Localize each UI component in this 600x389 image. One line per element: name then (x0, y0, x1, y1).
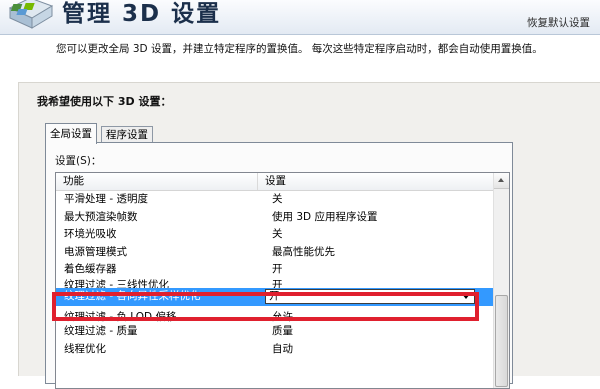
restore-defaults-link[interactable]: 恢复默认设置 (527, 15, 590, 30)
feature-name: 平滑处理 - 透明度 (64, 193, 148, 205)
list-row[interactable]: 最大预渲染帧数 使用 3D 应用程序设置 (56, 209, 493, 227)
list-rows: 平滑处理 - 透明度 关 最大预渲染帧数 使用 3D 应用程序设置 环境光吸收 … (56, 191, 493, 358)
column-header-setting[interactable]: 设置 (258, 173, 493, 190)
setting-value: 自动 (272, 342, 293, 355)
setting-value: 关 (272, 228, 283, 241)
feature-name: 电源管理模式 (64, 245, 127, 258)
settings-list[interactable]: 功能 设置 平滑处理 - 透明度 关 最大预渲染帧数 使用 3D 应用程序设置 … (55, 172, 510, 389)
feature-name: 纹理过滤 - 各向异性采样优化 (64, 289, 201, 302)
feature-name: 着色缓存器 (64, 263, 117, 276)
feature-name: 纹理过滤 - 三线性优化 (64, 278, 169, 288)
page-description: 您可以更改全局 3D 设置，并建立特定程序的置换值。 每次这些特定程序启动时，都… (56, 43, 543, 55)
list-row[interactable]: 平滑处理 - 透明度 关 (56, 191, 493, 209)
settings-panel: 我希望使用以下 3D 设置： 全局设置 程序设置 设置(S)： 功能 设置 平滑… (18, 82, 600, 389)
tab-content: 设置(S)： 功能 设置 平滑处理 - 透明度 关 最大预渲染帧数 使用 3D … (45, 142, 513, 389)
page-title: 管理 3D 设置 (62, 1, 222, 27)
settings-label: 设置(S)： (55, 155, 102, 167)
column-header-feature[interactable]: 功能 (56, 173, 258, 190)
scroll-up-arrow-icon[interactable] (494, 173, 509, 189)
setting-dropdown[interactable]: 开 (265, 288, 475, 304)
setting-value: 关 (272, 193, 283, 205)
vertical-scrollbar[interactable] (493, 173, 509, 388)
setting-value: 质量 (272, 325, 293, 338)
list-row[interactable]: 电源管理模式 最高性能优先 (56, 244, 493, 262)
tab-program-settings[interactable]: 程序设置 (101, 126, 153, 143)
setting-value: 最高性能优先 (272, 245, 335, 258)
list-row[interactable]: 着色缓存器 开 (56, 261, 493, 279)
list-header: 功能 设置 (56, 173, 493, 191)
feature-name: 最大预渲染帧数 (64, 210, 138, 223)
page-header: 管理 3D 设置 恢复默认设置 (0, 0, 600, 35)
list-row[interactable]: 纹理过滤 - 负 LOD 偏移 允许 (56, 306, 493, 324)
list-row[interactable]: 线程优化 自动 (56, 341, 493, 359)
dropdown-arrow-icon[interactable] (462, 293, 470, 299)
setting-value: 使用 3D 应用程序设置 (272, 210, 378, 223)
setting-value: 开 (272, 278, 283, 288)
setting-value: 开 (272, 263, 283, 276)
section-heading: 我希望使用以下 3D 设置： (37, 95, 172, 108)
feature-name: 线程优化 (64, 342, 106, 355)
feature-name: 纹理过滤 - 质量 (64, 325, 138, 338)
scroll-thumb[interactable] (495, 295, 508, 387)
list-row[interactable]: 环境光吸收 关 (56, 226, 493, 244)
dropdown-value: 开 (269, 289, 280, 302)
list-row-selected[interactable]: 纹理过滤 - 各向异性采样优化 开 (56, 287, 493, 306)
feature-name: 环境光吸收 (64, 228, 117, 241)
list-row[interactable]: 纹理过滤 - 质量 质量 (56, 323, 493, 341)
tab-global-settings[interactable]: 全局设置 (45, 123, 97, 144)
list-row[interactable]: 纹理过滤 - 三线性优化 开 (56, 279, 493, 288)
nvidia-3d-settings-icon (8, 0, 54, 29)
